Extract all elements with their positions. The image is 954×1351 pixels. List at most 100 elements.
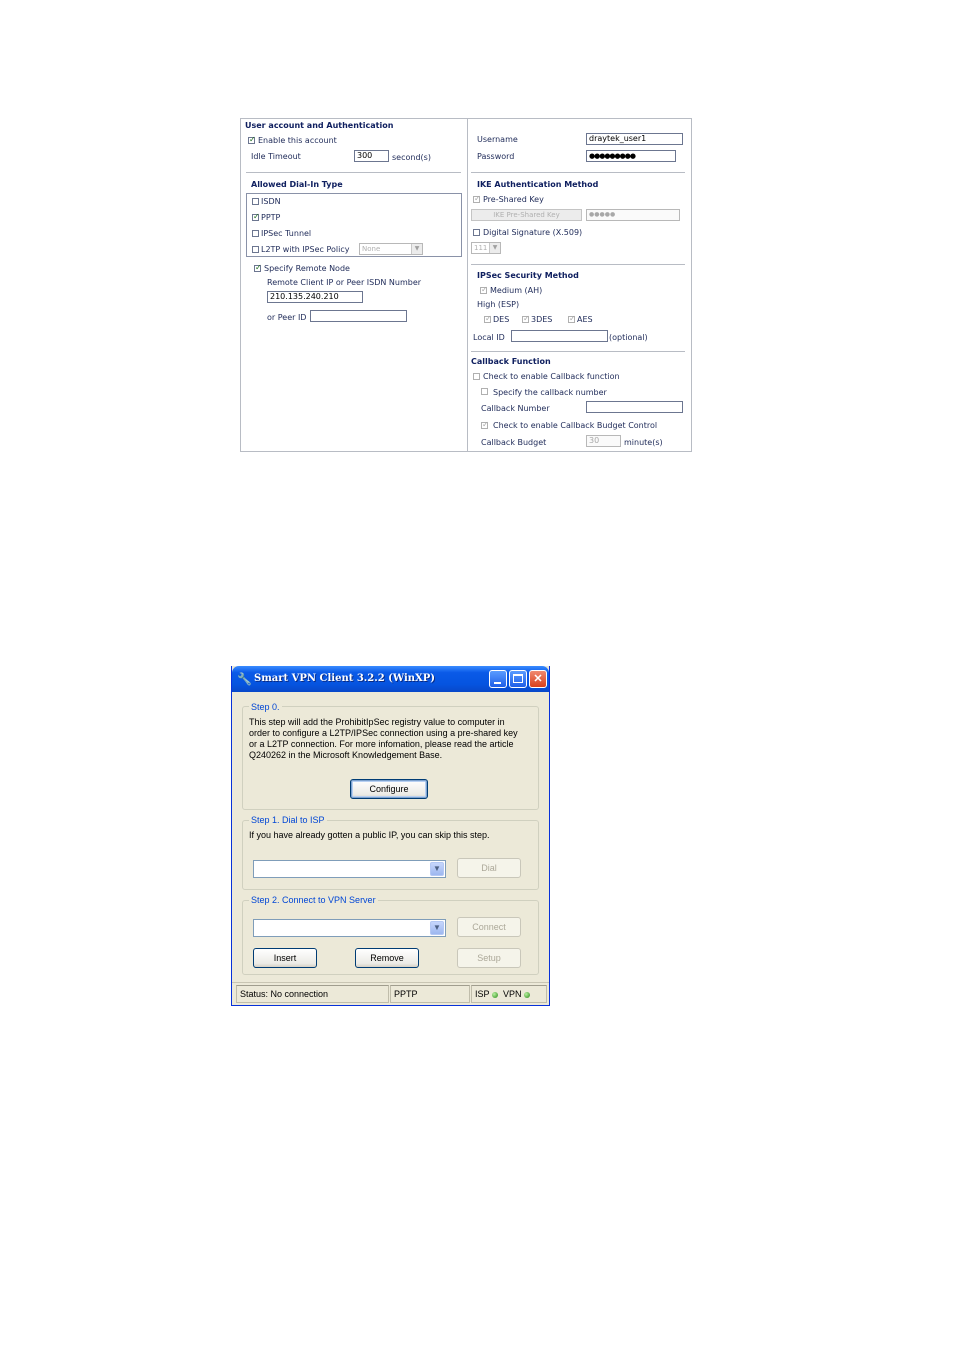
setup-button[interactable]: Setup [457, 948, 521, 968]
high-esp-label: High (ESP) [477, 300, 520, 309]
l2tp-policy-select[interactable]: None ▼ [359, 243, 423, 255]
specify-remote-node-label: Specify Remote Node [264, 264, 350, 273]
user-section-title: User account and Authentication [245, 121, 394, 130]
idle-timeout-unit: second(s) [392, 153, 431, 162]
callback-specify-label: Specify the callback number [493, 388, 607, 397]
insert-button[interactable]: Insert [253, 948, 317, 968]
ike-psk-button[interactable]: IKE Pre-Shared Key [471, 209, 582, 221]
maximize-button[interactable] [509, 670, 527, 688]
step1-text: If you have already gotten a public IP, … [249, 830, 490, 840]
pptp-checkbox[interactable] [252, 212, 260, 221]
isp-indicator-label: ISP [475, 989, 490, 999]
psk-label: Pre-Shared Key [483, 195, 544, 204]
callback-title: Callback Function [471, 357, 551, 366]
callback-enable-checkbox[interactable] [473, 373, 480, 380]
ipsec-tunnel-checkbox[interactable] [252, 230, 259, 237]
callback-budget-checkbox[interactable] [481, 420, 489, 429]
username-input[interactable]: draytek_user1 [586, 133, 683, 145]
minimize-button[interactable] [489, 670, 507, 688]
isp-status-led-icon [491, 991, 498, 998]
ipsec-security-title: IPSec Security Method [477, 271, 579, 280]
maximize-icon [513, 674, 523, 683]
isdn-label: ISDN [261, 197, 281, 206]
section-divider [471, 264, 685, 265]
close-icon: ✕ [533, 673, 543, 685]
aes-checkbox[interactable] [568, 314, 576, 323]
chevron-down-icon: ▼ [411, 244, 422, 254]
callback-budget-input[interactable]: 30 [586, 435, 621, 447]
password-label: Password [477, 152, 515, 161]
status-indicators: ISP VPN [471, 985, 547, 1003]
ike-psk-input[interactable]: ●●●●● [586, 209, 680, 221]
status-bar: Status: No connection PPTP ISP VPN [232, 982, 549, 1006]
l2tp-label: L2TP with IPSec Policy [261, 245, 350, 254]
callback-budget-unit: minute(s) [624, 438, 663, 447]
remote-client-input[interactable]: 210.135.240.210 [267, 291, 363, 303]
wrench-icon: 🔧 [237, 672, 252, 686]
username-label: Username [477, 135, 518, 144]
callback-number-input[interactable] [586, 401, 683, 413]
step0-line2: order to configure a L2TP/IPSec connecti… [249, 728, 518, 738]
step0-line3: or a L2TP connection. For more infomatio… [249, 739, 514, 749]
digital-signature-label: Digital Signature (X.509) [483, 228, 583, 237]
idle-timeout-input[interactable]: 300 [354, 150, 389, 162]
specify-remote-node-checkbox[interactable] [254, 263, 262, 272]
medium-ah-checkbox[interactable] [480, 285, 488, 294]
3des-checkbox[interactable] [522, 314, 530, 323]
medium-ah-label: Medium (AH) [490, 286, 543, 295]
vpn-server-dropdown[interactable]: ▼ [253, 919, 446, 937]
remote-client-label: Remote Client IP or Peer ISDN Number [267, 278, 422, 287]
pptp-label: PPTP [261, 213, 281, 222]
step0-line1: This step will add the ProhibitIpSec reg… [249, 717, 505, 727]
aes-label: AES [577, 315, 593, 324]
chevron-down-icon: ▼ [430, 862, 444, 876]
title-bar[interactable]: 🔧 Smart VPN Client 3.2.2 (WinXP) ✕ [232, 666, 549, 692]
configure-button[interactable]: Configure [350, 779, 428, 799]
vpn-dialin-user-panel: User account and Authentication Enable t… [240, 118, 692, 452]
3des-label: 3DES [531, 315, 553, 324]
psk-checkbox[interactable] [473, 194, 481, 203]
password-input[interactable]: ●●●●●●●●● [586, 150, 676, 162]
step0-line4: Q240262 in the Microsoft Knowledgement B… [249, 750, 443, 760]
section-divider [246, 172, 461, 173]
section-divider [471, 351, 685, 352]
section-divider [471, 172, 685, 173]
chevron-down-icon: ▼ [430, 921, 444, 935]
callback-specify-checkbox[interactable] [481, 388, 488, 395]
ipsec-tunnel-label: IPSec Tunnel [261, 229, 312, 238]
remove-button[interactable]: Remove [355, 948, 419, 968]
step0-label: Step 0. [249, 702, 282, 712]
close-button[interactable]: ✕ [529, 670, 547, 688]
enable-account-label: Enable this account [258, 136, 337, 145]
ike-title: IKE Authentication Method [477, 180, 599, 189]
minimize-icon [494, 682, 501, 684]
dialin-type-title: Allowed Dial-In Type [251, 180, 343, 189]
digital-signature-checkbox[interactable] [473, 229, 480, 236]
window-title: Smart VPN Client 3.2.2 (WinXP) [254, 673, 436, 684]
vpn-status-led-icon [523, 991, 530, 998]
callback-enable-label: Check to enable Callback function [483, 372, 620, 381]
idle-timeout-label: Idle Timeout [251, 152, 301, 161]
local-id-optional: (optional) [609, 333, 648, 342]
peer-id-input[interactable] [310, 310, 407, 322]
status-protocol: PPTP [390, 985, 470, 1003]
connect-button[interactable]: Connect [457, 917, 521, 937]
chevron-down-icon: ▼ [489, 243, 500, 253]
l2tp-checkbox[interactable] [252, 246, 259, 253]
isp-dropdown[interactable]: ▼ [253, 860, 446, 878]
isdn-checkbox[interactable] [252, 198, 259, 205]
digital-signature-value: 111 [474, 244, 488, 252]
digital-signature-select[interactable]: 111 ▼ [471, 242, 501, 254]
step2-label: Step 2. Connect to VPN Server [249, 895, 378, 905]
column-divider [467, 119, 468, 452]
callback-budget-check-label: Check to enable Callback Budget Control [493, 421, 658, 430]
dial-button[interactable]: Dial [457, 858, 521, 878]
des-checkbox[interactable] [484, 314, 492, 323]
local-id-input[interactable] [511, 330, 608, 342]
smart-vpn-client-window: 🔧 Smart VPN Client 3.2.2 (WinXP) ✕ Step … [231, 666, 550, 1006]
step1-label: Step 1. Dial to ISP [249, 815, 327, 825]
enable-account-checkbox[interactable] [248, 135, 256, 144]
l2tp-policy-value: None [362, 245, 381, 253]
des-label: DES [493, 315, 510, 324]
local-id-label: Local ID [473, 333, 505, 342]
